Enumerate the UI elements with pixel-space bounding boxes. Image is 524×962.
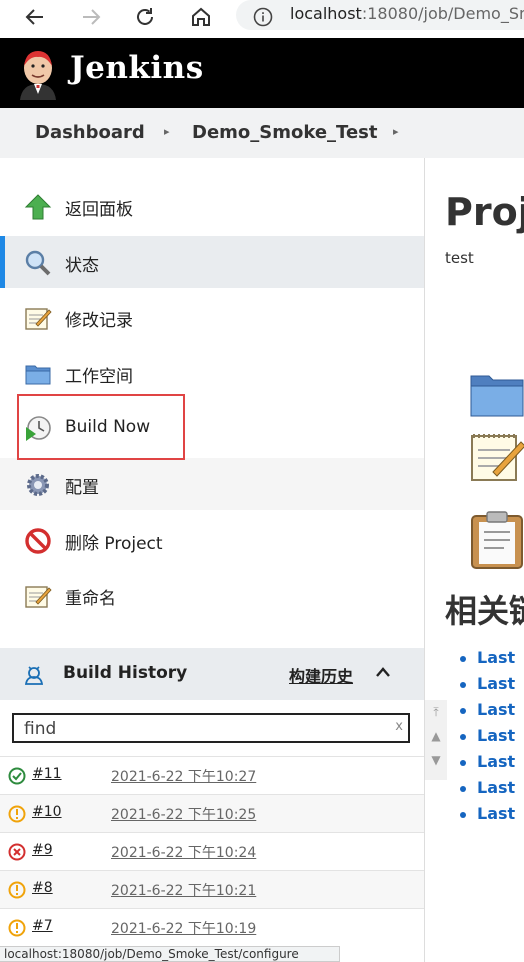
build-number-link[interactable]: #9 [32,842,53,858]
breadcrumb-project[interactable]: Demo_Smoke_Test [192,122,377,143]
task-label: 配置 [65,478,99,498]
forward-arrow-icon [83,9,101,25]
build-row: #7 2021-6-22 下午10:19 [0,908,424,947]
build-row: #11 2021-6-22 下午10:27 [0,756,424,795]
up-arrow-icon [24,194,52,220]
annotation-highlight-box [17,394,185,460]
build-time-link[interactable]: 2021-6-22 下午10:24 [111,842,256,862]
url-path: :18080/job/Demo_Sm [361,4,524,23]
home-button[interactable] [186,2,216,32]
task-rename[interactable]: 重命名 [0,569,424,621]
reload-button[interactable] [130,2,160,32]
unstable-status-icon[interactable] [8,919,26,937]
build-search-input[interactable] [22,716,386,742]
build-row: #9 2021-6-22 下午10:24 [0,832,424,871]
gear-icon [27,474,49,496]
jenkins-logo-text[interactable]: Jenkins [70,50,204,86]
build-time-link[interactable]: 2021-6-22 下午10:25 [111,804,256,824]
build-number-link[interactable]: #11 [32,766,62,782]
task-status[interactable]: 状态 [0,236,424,288]
page-title: Proje [445,190,524,234]
task-workspace[interactable]: 工作空间 [0,347,424,399]
jenkins-butler-logo-icon[interactable] [16,48,60,100]
breadcrumb-separator-icon[interactable]: ▸ [164,125,170,138]
task-delete-project[interactable]: 删除 Project [0,514,424,566]
task-label: 删除 Project [65,534,163,554]
build-history-title: Build History [63,663,188,683]
build-row: #10 2021-6-22 下午10:25 [0,794,424,833]
notepad-icon[interactable] [469,430,524,486]
related-links-title: 相关链 [445,592,524,630]
build-history-header: Build History 构建历史 [0,648,424,700]
build-number-link[interactable]: #10 [32,804,62,820]
clipboard-icon[interactable] [469,510,524,570]
last-link[interactable]: Last [459,778,515,804]
url-host: localhost [290,4,362,23]
breadcrumb-separator-icon[interactable]: ▸ [393,125,399,138]
task-changes[interactable]: 修改记录 [0,291,424,343]
unstable-status-icon[interactable] [8,805,26,823]
last-link[interactable]: Last [459,804,515,830]
project-description: test [445,249,474,267]
task-configure[interactable]: 配置 [0,458,424,510]
clear-search-button[interactable]: x [395,719,403,734]
reload-icon [137,8,153,25]
main-panel: Proje test 相关链 Last Last Last Last Last … [424,158,524,962]
search-icon [25,250,51,276]
chevron-up-icon[interactable] [374,664,392,680]
notepad-icon [25,308,52,330]
task-label: 重命名 [65,589,116,609]
related-links-list: Last Last Last Last Last Last Last [459,648,515,830]
notepad-icon [25,586,52,608]
last-link[interactable]: Last [459,674,515,700]
folder-icon [25,365,51,385]
no-entry-icon [25,528,51,554]
last-link[interactable]: Last [459,726,515,752]
back-button[interactable] [20,2,50,32]
url-text[interactable]: localhost:18080/job/Demo_Sm [290,4,524,23]
breadcrumb: Dashboard ▸ Demo_Smoke_Test ▸ [0,108,524,158]
build-time-link[interactable]: 2021-6-22 下午10:21 [111,880,256,900]
build-time-link[interactable]: 2021-6-22 下午10:27 [111,766,256,786]
failure-status-icon[interactable] [8,843,26,861]
build-history-icon [24,666,44,685]
build-search-box: x [12,713,410,743]
success-status-icon[interactable] [8,767,26,785]
folder-icon[interactable] [469,370,524,418]
build-time-link[interactable]: 2021-6-22 下午10:19 [111,918,256,938]
last-link[interactable]: Last [459,700,515,726]
home-icon [192,7,210,26]
build-trend-link[interactable]: 构建历史 [289,663,353,687]
back-arrow-icon [25,9,43,25]
task-label: 返回面板 [65,200,133,220]
task-label: 修改记录 [65,311,133,331]
info-icon [253,7,273,27]
task-label: 工作空间 [65,367,133,387]
forward-button[interactable] [76,2,106,32]
build-row: #8 2021-6-22 下午10:21 [0,870,424,909]
jenkins-header: Jenkins [0,38,524,108]
task-back-to-dashboard[interactable]: 返回面板 [0,180,424,232]
breadcrumb-dashboard[interactable]: Dashboard [35,122,145,143]
build-number-link[interactable]: #8 [32,880,53,896]
last-link[interactable]: Last [459,752,515,778]
unstable-status-icon[interactable] [8,881,26,899]
site-info-button[interactable] [248,2,278,32]
build-number-link[interactable]: #7 [32,918,53,934]
browser-status-bar: localhost:18080/job/Demo_Smoke_Test/conf… [0,946,340,962]
task-label: 状态 [65,256,99,276]
browser-toolbar: localhost:18080/job/Demo_Sm [0,0,524,39]
last-link[interactable]: Last [459,648,515,674]
